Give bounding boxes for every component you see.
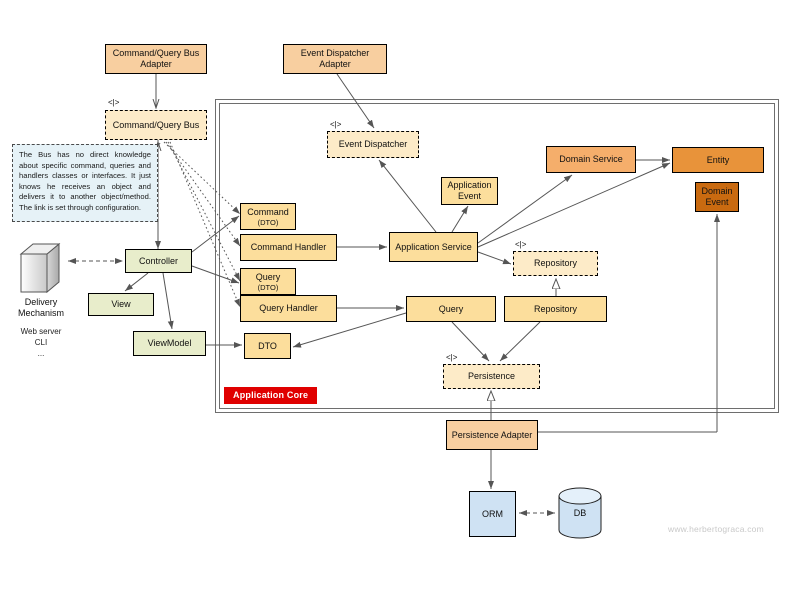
delivery-mechanism-caption-line2: Mechanism	[17, 308, 64, 318]
interface-tag-command-query-bus: <|>	[108, 98, 120, 107]
node-label: DTO	[258, 340, 277, 351]
node-db[interactable]: DB	[558, 487, 602, 539]
node-domain-event[interactable]: Domain Event	[695, 182, 739, 212]
node-label: Persistence	[467, 371, 516, 381]
node-label: ViewModel	[147, 338, 192, 348]
node-repository[interactable]: Repository	[504, 296, 607, 322]
node-label: Query	[438, 303, 464, 314]
node-label: Event Dispatcher	[338, 139, 408, 149]
node-domain-service[interactable]: Domain Service	[546, 146, 636, 173]
node-label: Query Handler	[259, 303, 318, 313]
node-command-dto[interactable]: Command (DTO)	[240, 203, 296, 230]
node-application-event[interactable]: Application Event	[441, 177, 498, 205]
node-sublabel: (DTO)	[257, 282, 279, 292]
node-viewmodel[interactable]: ViewModel	[133, 331, 206, 356]
node-orm[interactable]: ORM	[469, 491, 516, 537]
node-label: Command	[247, 206, 289, 217]
interface-tag-repository: <|>	[515, 240, 527, 249]
node-controller[interactable]: Controller	[125, 249, 192, 273]
node-command-query-bus-adapter[interactable]: Command/Query Bus Adapter	[105, 44, 207, 74]
delivery-mechanism-sub-line2: CLI	[34, 338, 48, 347]
application-core-label: Application Core	[224, 387, 318, 404]
node-label: Controller	[138, 255, 178, 266]
node-persistence-adapter[interactable]: Persistence Adapter	[446, 420, 538, 450]
node-label: Command Handler	[250, 242, 327, 252]
node-label: Persistence Adapter	[451, 429, 533, 440]
interface-tag-event-dispatcher: <|>	[330, 120, 342, 129]
note-command-query-bus: The Bus has no direct knowledge about sp…	[12, 144, 158, 222]
node-label: Application Event	[447, 180, 492, 201]
node-entity[interactable]: Entity	[672, 147, 764, 173]
node-command-handler[interactable]: Command Handler	[240, 234, 337, 261]
node-query[interactable]: Query	[406, 296, 496, 322]
node-label: Command/Query Bus	[112, 119, 200, 130]
node-label: Repository	[533, 303, 578, 314]
interface-tag-persistence: <|>	[446, 353, 458, 362]
node-label: Repository	[533, 258, 578, 268]
delivery-mechanism-sub-line1: Web server	[20, 327, 62, 336]
delivery-mechanism-3d-icon	[19, 242, 61, 294]
delivery-mechanism-caption-line1: Delivery	[24, 297, 58, 307]
watermark: www.herbertograca.com	[668, 524, 764, 534]
node-label: View	[111, 299, 131, 309]
node-label: DB	[573, 508, 587, 518]
node-view[interactable]: View	[88, 293, 154, 316]
node-label: Domain Event	[701, 186, 733, 207]
delivery-mechanism-sub-line3: ...	[37, 349, 45, 358]
node-repository-interface[interactable]: Repository	[513, 251, 598, 276]
node-dto[interactable]: DTO	[244, 333, 291, 359]
node-event-dispatcher-adapter[interactable]: Event Dispatcher Adapter	[283, 44, 387, 74]
node-query-handler[interactable]: Query Handler	[240, 295, 337, 322]
node-label: Entity	[706, 154, 730, 165]
node-label: Event Dispatcher Adapter	[300, 48, 370, 69]
node-label: Query	[255, 271, 281, 282]
node-delivery-mechanism[interactable]	[17, 240, 67, 296]
node-command-query-bus[interactable]: Command/Query Bus	[105, 110, 207, 140]
diagram-canvas: Application Core Command/Query Bus Adapt…	[0, 0, 794, 596]
node-label: Command/Query Bus Adapter	[112, 48, 200, 69]
node-label: ORM	[482, 508, 503, 519]
node-persistence-interface[interactable]: Persistence	[443, 364, 540, 389]
node-application-service[interactable]: Application Service	[389, 232, 478, 262]
node-label: Domain Service	[559, 154, 623, 164]
node-query-dto[interactable]: Query (DTO)	[240, 268, 296, 295]
node-event-dispatcher[interactable]: Event Dispatcher	[327, 131, 419, 158]
node-label: Application Service	[395, 241, 472, 252]
node-sublabel: (DTO)	[257, 217, 279, 227]
